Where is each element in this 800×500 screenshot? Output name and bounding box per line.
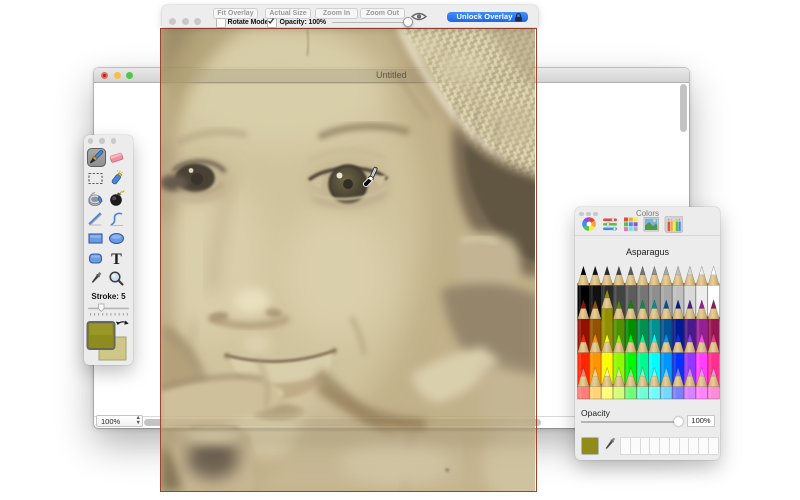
svg-text:T: T bbox=[111, 251, 122, 267]
